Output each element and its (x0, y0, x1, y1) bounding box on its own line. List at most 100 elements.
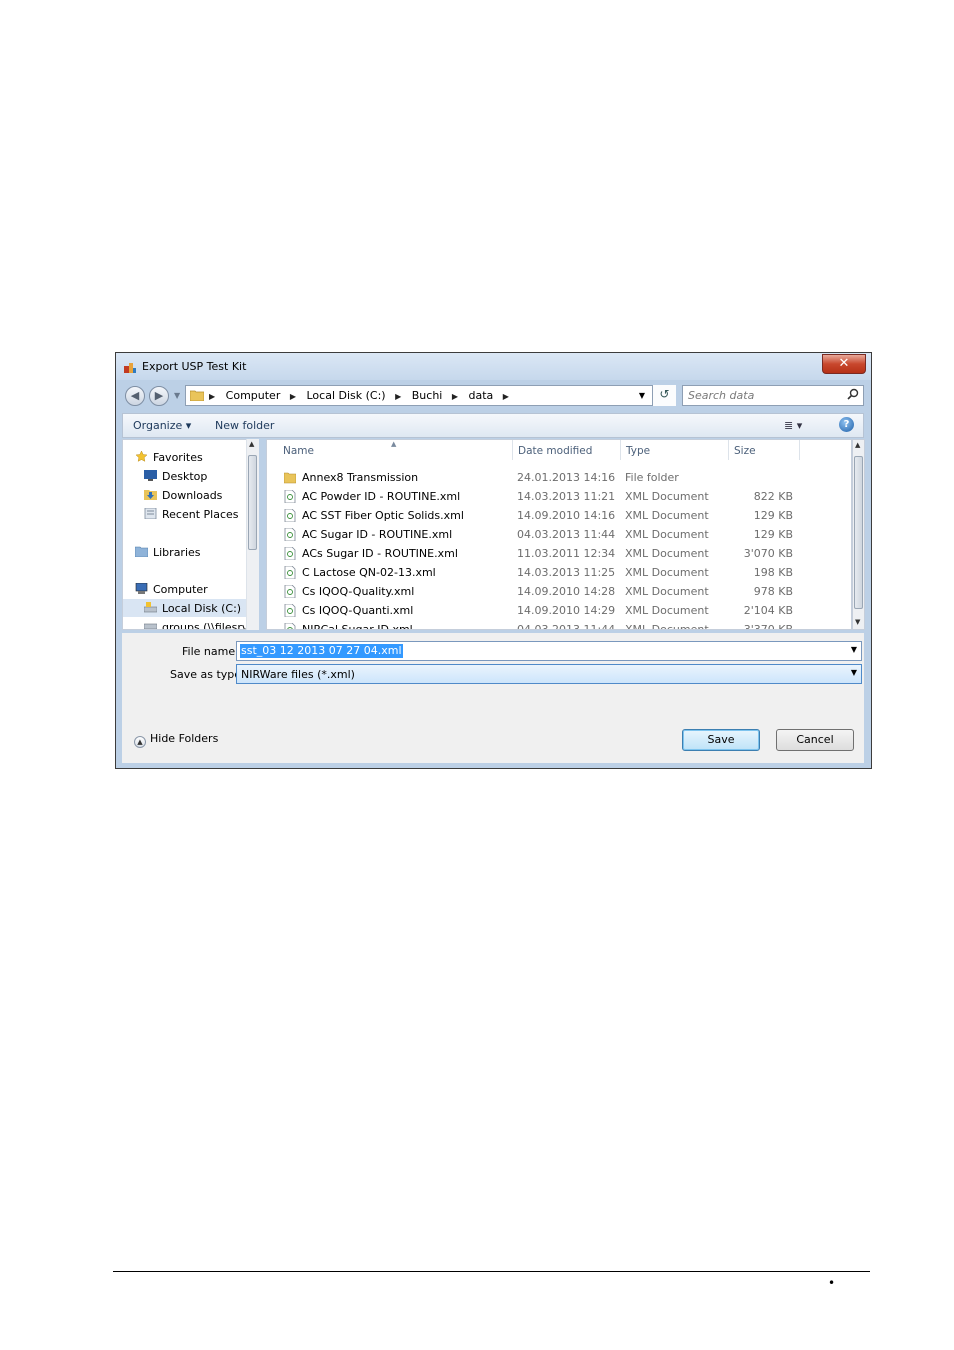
file-type: XML Document (625, 509, 709, 522)
page-bullet: • (828, 1276, 836, 1290)
forward-button[interactable]: ▶ (149, 386, 169, 406)
breadcrumb-chevron-icon[interactable]: ▶ (290, 387, 296, 406)
scroll-thumb[interactable] (248, 455, 257, 550)
breadcrumb-buchi[interactable]: Buchi (412, 386, 443, 405)
scroll-down-icon[interactable]: ▼ (855, 618, 860, 626)
hide-folders-button[interactable]: ▲ Hide Folders (134, 732, 218, 748)
column-divider[interactable] (620, 440, 621, 460)
breadcrumb-data[interactable]: data (469, 386, 494, 405)
file-row[interactable]: AC Sugar ID - ROUTINE.xml 04.03.2013 11:… (267, 525, 851, 544)
scroll-up-icon[interactable]: ▲ (249, 440, 254, 448)
title-bar[interactable]: Export USP Test Kit ✕ (116, 353, 871, 380)
folder-icon (190, 390, 204, 401)
scroll-up-icon[interactable]: ▲ (855, 441, 860, 449)
breadcrumb-chevron-icon[interactable]: ▶ (452, 387, 458, 406)
file-date: 14.09.2010 14:16 (517, 509, 616, 522)
scroll-thumb[interactable] (854, 456, 863, 609)
cancel-button[interactable]: Cancel (776, 729, 854, 751)
file-size: 129 KB (753, 528, 793, 541)
chevron-down-icon[interactable]: ▼ (851, 668, 857, 677)
sidebar-item-local-disk[interactable]: Local Disk (C:) (144, 600, 241, 618)
sidebar-item-label: Local Disk (C:) (162, 602, 242, 615)
back-button[interactable]: ◀ (125, 386, 145, 406)
file-size: 2'104 KB (743, 604, 793, 617)
file-date: 14.03.2013 11:21 (517, 490, 616, 503)
file-row[interactable]: ACs Sugar ID - ROUTINE.xml 11.03.2011 12… (267, 544, 851, 563)
local-disk-icon (144, 602, 157, 613)
sidebar-item-label: Recent Places (162, 508, 239, 521)
sidebar-item-label: groups (\\filesrv0 (162, 621, 256, 630)
column-divider[interactable] (799, 440, 800, 460)
file-row[interactable]: Cs IQOQ-Quality.xml 14.09.2010 14:28 XML… (267, 582, 851, 601)
xml-file-icon (284, 490, 296, 503)
file-row[interactable]: AC SST Fiber Optic Solids.xml 14.09.2010… (267, 506, 851, 525)
sidebar-item-recent-places[interactable]: Recent Places (144, 506, 239, 524)
file-size: 3'370 KB (743, 623, 793, 630)
hide-folders-label: Hide Folders (150, 732, 219, 745)
file-type: XML Document (625, 585, 709, 598)
breadcrumb-local-disk[interactable]: Local Disk (C:) (307, 386, 386, 405)
column-header-date[interactable]: Date modified (518, 440, 592, 460)
recent-locations-dropdown-icon[interactable]: ▼ (174, 391, 180, 400)
column-header-type[interactable]: Type (626, 440, 650, 460)
chevron-down-icon[interactable]: ▼ (851, 645, 857, 654)
search-icon[interactable] (847, 388, 859, 400)
organize-button[interactable]: Organize ▾ (133, 419, 191, 432)
file-name-field[interactable]: sst_03 12 2013 07 27 04.xml ▼ (236, 641, 862, 661)
navigation-pane-scrollbar[interactable]: ▲ (246, 439, 259, 630)
xml-file-icon (284, 585, 296, 598)
file-row[interactable]: C Lactose QN-02-13.xml 14.03.2013 11:25 … (267, 563, 851, 582)
file-type: XML Document (625, 547, 709, 560)
refresh-button[interactable]: ↺ (652, 385, 676, 406)
file-name-label: File name: (182, 645, 239, 658)
file-row-annex8[interactable]: Annex8 Transmission 24.01.2013 14:16 Fil… (267, 468, 851, 487)
file-name: AC Powder ID - ROUTINE.xml (302, 490, 461, 503)
breadcrumb-computer[interactable]: Computer (226, 386, 281, 405)
change-view-button[interactable]: ≣ ▾ (784, 419, 802, 432)
column-divider[interactable] (512, 440, 513, 460)
sidebar-item-downloads[interactable]: Downloads (144, 487, 222, 505)
libraries-icon (135, 546, 148, 557)
file-name-value: sst_03 12 2013 07 27 04.xml (240, 644, 403, 658)
file-row[interactable]: NIRCal Sugar ID.xml 04.03.2013 11:44 XML… (267, 620, 851, 630)
sidebar-item-label: Libraries (153, 546, 201, 559)
sidebar-item-computer[interactable]: Computer (135, 581, 208, 599)
sidebar-item-network-drive[interactable]: groups (\\filesrv0 (144, 619, 256, 630)
sidebar-item-label: Computer (153, 583, 208, 596)
file-type: XML Document (625, 566, 709, 579)
file-name: AC SST Fiber Optic Solids.xml (302, 509, 464, 522)
sidebar-item-libraries[interactable]: Libraries (135, 544, 201, 562)
address-bar[interactable]: ▶ Computer ▶ Local Disk (C:) ▶ Buchi ▶ d… (185, 385, 676, 406)
search-input[interactable]: Search data (682, 385, 864, 406)
xml-file-icon (284, 566, 296, 579)
desktop-icon (144, 470, 157, 481)
file-list-scrollbar[interactable]: ▲ ▼ (852, 439, 865, 630)
save-type-select[interactable]: NIRWare files (*.xml) ▼ (236, 664, 862, 684)
column-header-name[interactable]: Name (283, 440, 314, 460)
breadcrumb-chevron-icon[interactable]: ▶ (395, 387, 401, 406)
file-row[interactable]: AC Powder ID - ROUTINE.xml 14.03.2013 11… (267, 487, 851, 506)
column-divider[interactable] (728, 440, 729, 460)
downloads-icon (144, 490, 157, 500)
new-folder-button[interactable]: New folder (215, 419, 274, 432)
folder-icon (284, 472, 296, 484)
recent-places-icon (144, 508, 157, 519)
xml-file-icon (284, 623, 296, 629)
sidebar-item-favorites[interactable]: Favorites (135, 449, 203, 467)
network-drive-icon (144, 623, 157, 629)
breadcrumb-chevron-icon[interactable]: ▶ (209, 387, 215, 406)
sort-ascending-icon: ▲ (391, 440, 397, 448)
help-icon[interactable]: ? (839, 417, 854, 432)
star-icon (135, 451, 148, 462)
computer-icon (135, 583, 148, 594)
close-button[interactable]: ✕ (822, 354, 866, 374)
save-button[interactable]: Save (682, 729, 760, 751)
file-size: 198 KB (753, 566, 793, 579)
address-dropdown-icon[interactable]: ▼ (639, 391, 645, 400)
column-header-size[interactable]: Size (734, 440, 756, 460)
save-dialog: Export USP Test Kit ✕ ◀ ▶ ▼ ▶ Computer ▶… (115, 352, 872, 769)
command-bar: Organize ▾ New folder ≣ ▾ ? (122, 413, 864, 438)
breadcrumb-chevron-icon[interactable]: ▶ (503, 387, 509, 406)
file-row[interactable]: Cs IQOQ-Quanti.xml 14.09.2010 14:29 XML … (267, 601, 851, 620)
sidebar-item-desktop[interactable]: Desktop (144, 468, 207, 486)
